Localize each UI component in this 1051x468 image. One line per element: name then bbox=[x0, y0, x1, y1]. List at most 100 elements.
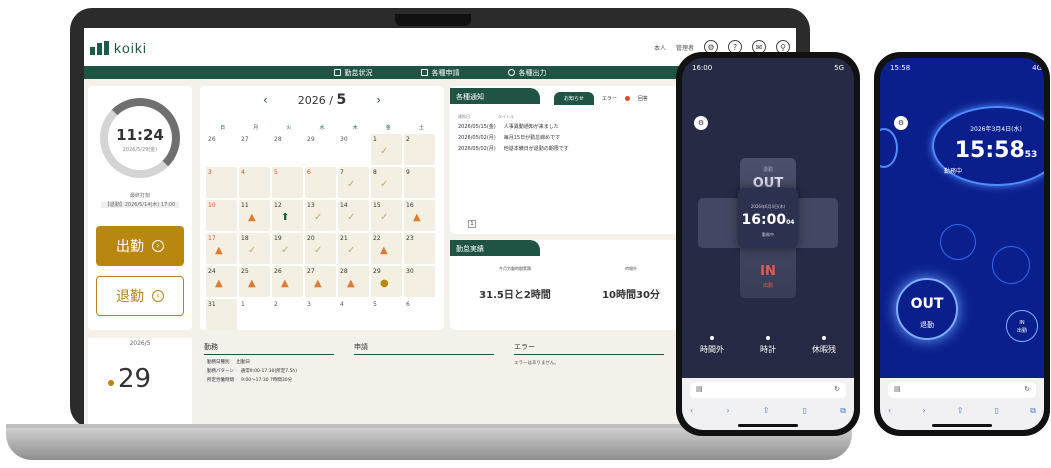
calendar-day[interactable]: 26 ▲ bbox=[272, 266, 303, 297]
calendar-day[interactable]: 21 ✓ bbox=[338, 233, 369, 264]
address-bar[interactable]: ▤ ↻ bbox=[888, 382, 1036, 398]
calendar-day[interactable]: 10 bbox=[206, 200, 237, 231]
calendar-day[interactable]: 2 bbox=[404, 134, 435, 165]
nav-export[interactable]: 各種出力 bbox=[507, 68, 547, 78]
list-item[interactable]: 2026/05/02(月) 他退本備日が退勤の期限です bbox=[458, 144, 569, 155]
calendar-day[interactable]: 3 bbox=[206, 167, 237, 198]
tab-clock[interactable]: 時計 bbox=[760, 336, 776, 355]
calendar-day[interactable]: 31 bbox=[206, 299, 237, 330]
calendar-day[interactable]: 6 bbox=[305, 167, 336, 198]
bookmarks-icon[interactable]: ▯ bbox=[803, 406, 807, 416]
calendar-day[interactable]: 17 ▲ bbox=[206, 233, 237, 264]
calendar-day[interactable]: 22 ▲ bbox=[371, 233, 402, 264]
calendar-year: 2026 bbox=[297, 94, 326, 107]
notice-date: 2026/05/15(金) bbox=[458, 124, 496, 130]
calendar-day: 6 bbox=[404, 299, 435, 330]
calendar-day[interactable]: 5 bbox=[272, 167, 303, 198]
bookmarks-icon[interactable]: ▯ bbox=[995, 406, 999, 416]
calendar-day[interactable]: 11 ▲ bbox=[239, 200, 270, 231]
settings-icon[interactable]: ⚙ bbox=[894, 116, 908, 130]
tab-errors[interactable]: エラー bbox=[602, 95, 617, 102]
tabs-icon[interactable]: ⧉ bbox=[1030, 406, 1036, 416]
calendar-day[interactable]: 12 ⬆ bbox=[272, 200, 303, 231]
tab-leave[interactable]: 休暇残 bbox=[812, 336, 836, 355]
warning-icon: ▲ bbox=[215, 245, 223, 256]
phone-2-time: 15:5853 bbox=[936, 138, 1044, 163]
calendar-day[interactable]: 14 ✓ bbox=[338, 200, 369, 231]
tab-notices[interactable]: お知らせ bbox=[554, 92, 594, 105]
calendar-day[interactable]: 23 bbox=[404, 233, 435, 264]
worked-total-value: 31.5日と2時間 bbox=[479, 290, 551, 301]
forward-icon[interactable]: › bbox=[922, 406, 925, 416]
calendar-day[interactable]: 28 ▲ bbox=[338, 266, 369, 297]
day-number: 21 bbox=[340, 235, 348, 242]
out-en: OUT bbox=[910, 296, 944, 312]
phone-2-date: 2026年3月4日(水) bbox=[970, 126, 1022, 133]
warning-icon: ▲ bbox=[380, 245, 388, 256]
clock-date: 2026/5/29(金) bbox=[122, 147, 158, 153]
calendar-day[interactable]: 25 ▲ bbox=[239, 266, 270, 297]
pager-page[interactable]: 1 bbox=[468, 220, 476, 228]
calendar-day[interactable]: 18 ✓ bbox=[239, 233, 270, 264]
calendar-icon bbox=[333, 69, 341, 76]
reload-icon[interactable]: ↻ bbox=[1024, 385, 1030, 395]
warning-icon: ▲ bbox=[314, 278, 322, 289]
calendar-day[interactable]: 27 ▲ bbox=[305, 266, 336, 297]
check-icon: ✓ bbox=[314, 212, 323, 223]
time-hm: 16:00 bbox=[741, 212, 787, 228]
prev-month-icon[interactable]: ‹ bbox=[263, 93, 268, 107]
clock-in-button[interactable]: IN 出勤 bbox=[1006, 310, 1038, 342]
overtime-label: 時間外 bbox=[625, 266, 637, 271]
address-bar[interactable]: ▤ ↻ bbox=[690, 382, 846, 398]
clock-in-button[interactable]: IN bbox=[740, 264, 796, 279]
calendar-day[interactable]: 7 ✓ bbox=[338, 167, 369, 198]
forward-icon[interactable]: › bbox=[726, 406, 729, 416]
back-icon[interactable]: ‹ bbox=[690, 406, 693, 416]
calendar-day[interactable]: 20 ✓ bbox=[305, 233, 336, 264]
day-number: 3 bbox=[307, 301, 311, 308]
nav-requests[interactable]: 各種申請 bbox=[420, 68, 460, 78]
list-item[interactable]: 2026/05/02(月) 毎月15日が勤怠締めです bbox=[458, 133, 569, 144]
calendar-day[interactable]: 19 ✓ bbox=[272, 233, 303, 264]
calendar-day[interactable]: 16 ▲ bbox=[404, 200, 435, 231]
reload-icon[interactable]: ↻ bbox=[834, 385, 840, 395]
day-number: 4 bbox=[241, 169, 245, 176]
calendar-day[interactable]: 9 bbox=[404, 167, 435, 198]
calendar-day[interactable]: 24 ▲ bbox=[206, 266, 237, 297]
day-number: 18 bbox=[241, 235, 249, 242]
back-icon[interactable]: ‹ bbox=[888, 406, 891, 416]
calendar-day: 27 bbox=[239, 134, 270, 165]
calendar-day[interactable]: 29 ● bbox=[371, 266, 402, 297]
list-item[interactable]: 2026/05/15(金) 人事異動通知が来ました bbox=[458, 122, 569, 133]
nav-attendance-status[interactable]: 勤怠状況 bbox=[333, 68, 373, 78]
settings-icon[interactable]: ⚙ bbox=[694, 116, 708, 130]
calendar-day[interactable]: 4 bbox=[239, 167, 270, 198]
calendar-day[interactable]: 15 ✓ bbox=[371, 200, 402, 231]
work-key: 所定労働時間 bbox=[204, 378, 237, 383]
admin-mode-label[interactable]: 管理者 bbox=[676, 43, 694, 52]
tab-overtime[interactable]: 時間外 bbox=[700, 336, 724, 355]
phone-1-time: 16:0004 bbox=[738, 212, 798, 228]
share-icon[interactable]: ⇧ bbox=[957, 406, 964, 416]
day-number: 23 bbox=[406, 235, 414, 242]
day-number: 7 bbox=[340, 169, 344, 176]
clock-in-button[interactable]: 出勤 › bbox=[96, 226, 184, 266]
browser-nav: ‹ › ⇧ ▯ ⧉ bbox=[888, 406, 1036, 416]
tab-answers[interactable]: 回答 bbox=[638, 95, 648, 102]
next-month-icon[interactable]: › bbox=[376, 93, 381, 107]
overtime-total: 時間外 10時間30分 bbox=[576, 266, 686, 301]
calendar-day[interactable]: 13 ✓ bbox=[305, 200, 336, 231]
phone-2-screen: 15:58 4G ⚙ 2026年3月4日(水) 15:5853 勤務中 OUT … bbox=[880, 58, 1044, 430]
weekday-label: 土 bbox=[418, 125, 424, 131]
notices-title: 各種通知 bbox=[450, 88, 540, 104]
share-icon[interactable]: ⇧ bbox=[763, 406, 770, 416]
calendar-day[interactable]: 1 ✓ bbox=[371, 134, 402, 165]
app-logo[interactable]: koiki bbox=[90, 40, 147, 56]
clock-out-button[interactable]: OUT 退勤 bbox=[896, 278, 958, 340]
user-mode-label[interactable]: 本人 bbox=[654, 43, 666, 52]
tabs-icon[interactable]: ⧉ bbox=[840, 406, 846, 416]
calendar-day[interactable]: 8 ✓ bbox=[371, 167, 402, 198]
clock-out-button[interactable]: 退勤 ‹ bbox=[96, 276, 184, 316]
phone-1-state: 勤務中 bbox=[762, 232, 774, 237]
calendar-day[interactable]: 30 bbox=[404, 266, 435, 297]
